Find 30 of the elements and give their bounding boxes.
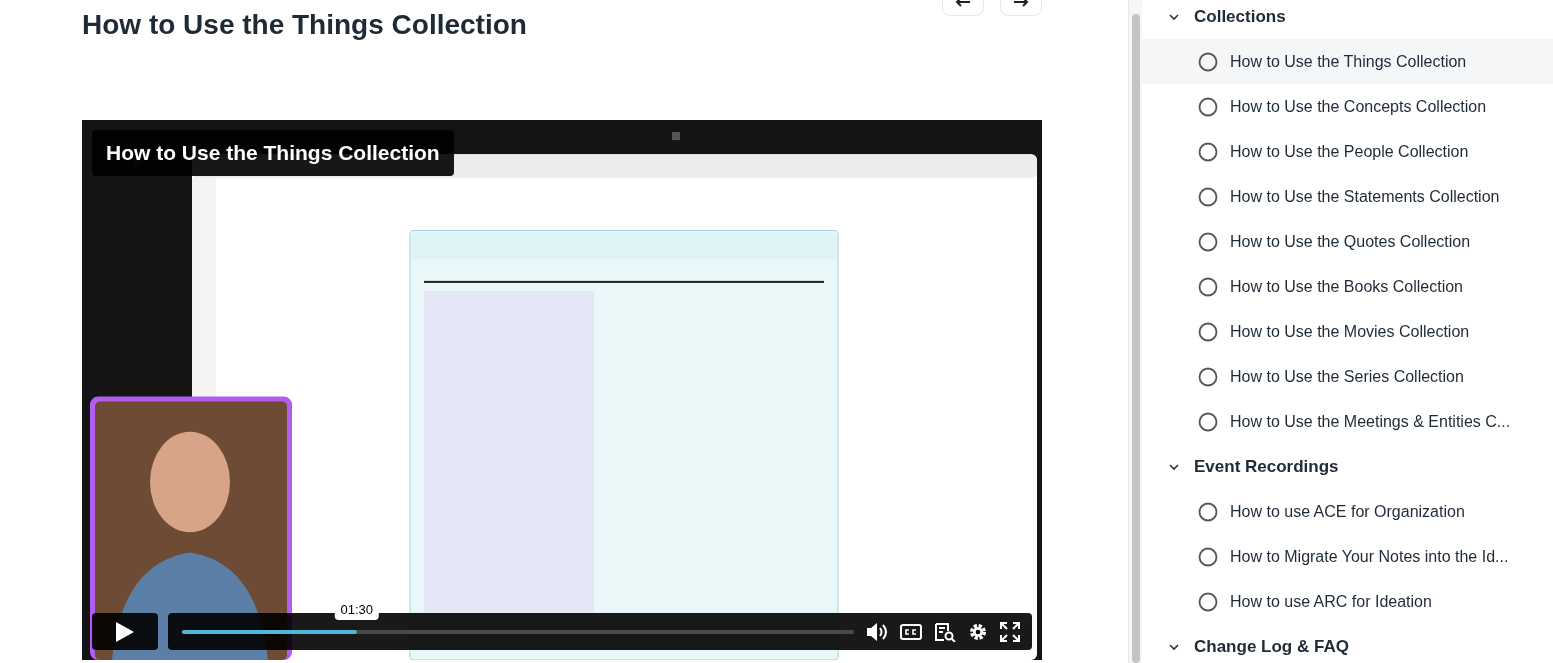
fullscreen-icon[interactable] <box>1000 621 1020 642</box>
lesson-item[interactable]: How to Use the Series Collection <box>1142 354 1553 399</box>
section-title: Collections <box>1194 5 1286 28</box>
arrow-right-icon <box>1013 0 1029 7</box>
volume-icon[interactable] <box>866 621 888 642</box>
play-button[interactable] <box>92 613 158 650</box>
section-header[interactable]: Event Recordings <box>1142 444 1553 489</box>
lesson-item[interactable]: How to Use the Books Collection <box>1142 264 1553 309</box>
play-icon <box>116 621 134 642</box>
arrow-left-icon <box>955 0 971 7</box>
lesson-item[interactable]: How to Use the Things Collection <box>1142 39 1553 84</box>
lesson-item[interactable]: How to use ARC for Ideation <box>1142 579 1553 624</box>
lesson-item[interactable]: How to Use the People Collection <box>1142 129 1553 174</box>
lesson-item[interactable]: How to Use the Quotes Collection <box>1142 219 1553 264</box>
scrollbar-thumb[interactable] <box>1131 14 1140 663</box>
lesson-item[interactable]: How to use ACE for Organization <box>1142 489 1553 534</box>
transcript-search-icon[interactable] <box>934 621 956 642</box>
section-title: Change Log & FAQ <box>1194 635 1349 658</box>
video-title-overlay: How to Use the Things Collection <box>92 130 454 176</box>
settings-icon[interactable] <box>968 621 988 642</box>
section-title: Event Recordings <box>1194 455 1339 478</box>
lesson-item[interactable]: How to Use the Statements Collection <box>1142 174 1553 219</box>
page-title: How to Use the Things Collection <box>82 8 527 42</box>
lesson-item[interactable]: How to Use the Movies Collection <box>1142 309 1553 354</box>
lesson-item[interactable]: How to Migrate Your Notes into the Id... <box>1142 534 1553 579</box>
captions-icon[interactable] <box>900 623 922 640</box>
lesson-item[interactable]: How to Use the Meetings & Entities C... <box>1142 399 1553 444</box>
lesson-item[interactable]: How to Use the Concepts Collection <box>1142 84 1553 129</box>
section-header[interactable]: Change Log & FAQ <box>1142 624 1553 663</box>
section-header[interactable]: Collections <box>1142 0 1553 39</box>
